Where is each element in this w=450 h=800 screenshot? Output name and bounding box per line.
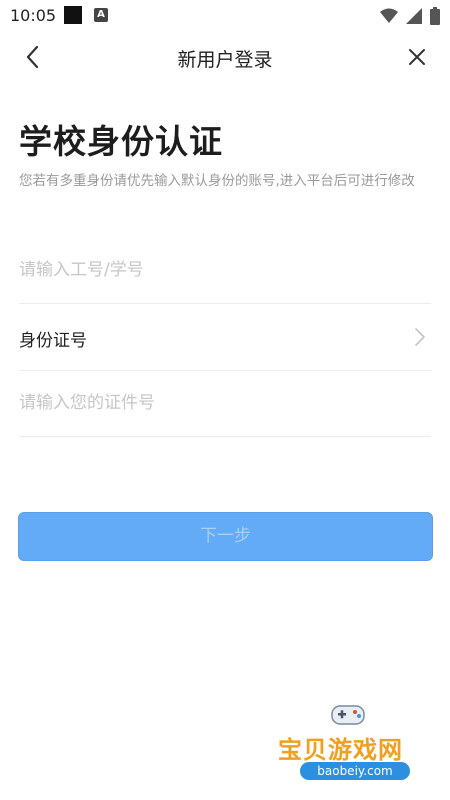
watermark-logo: 宝贝游戏网 baobeiy.com	[270, 700, 435, 790]
id-type-selector[interactable]: 身份证号	[19, 304, 431, 371]
certificate-number-input[interactable]	[19, 388, 399, 418]
certificate-number-row	[19, 370, 431, 437]
signal-icon	[406, 8, 422, 24]
id-type-label: 身份证号	[19, 331, 87, 351]
watermark-text: 宝贝游戏网	[278, 736, 403, 764]
status-bar: 10:05 A	[0, 0, 450, 32]
watermark-url: baobeiy.com	[300, 762, 410, 780]
status-time: 10:05	[10, 6, 57, 25]
battery-icon	[430, 7, 440, 25]
status-indicators	[380, 7, 440, 25]
close-icon	[409, 49, 425, 65]
form-subtitle: 您若有多重身份请优先输入默认身份的账号,进入平台后可进行修改	[19, 173, 415, 189]
notification-square-icon	[64, 6, 82, 24]
page-title: 新用户登录	[177, 49, 273, 71]
close-button[interactable]	[404, 44, 430, 70]
staff-student-id-input[interactable]	[19, 255, 399, 285]
staff-student-id-row	[19, 237, 431, 304]
wifi-icon	[380, 8, 398, 23]
notification-app-icon: A	[94, 8, 108, 22]
next-step-button[interactable]: 下一步	[18, 512, 433, 561]
chevron-right-icon	[415, 328, 425, 346]
nav-bar: 新用户登录	[0, 34, 450, 80]
form-heading: 学校身份认证	[19, 122, 223, 161]
gamepad-icon	[331, 705, 365, 725]
